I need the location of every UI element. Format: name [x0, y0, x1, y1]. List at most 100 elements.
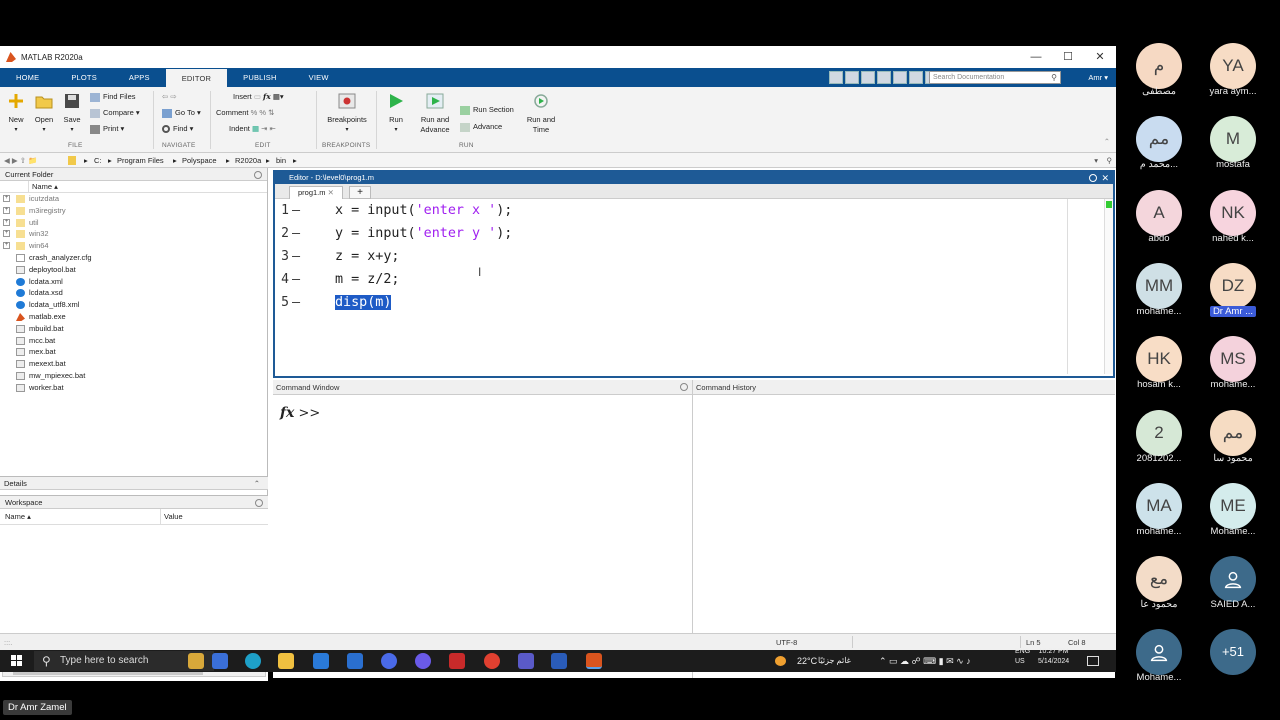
maximize-button[interactable]: ☐ [1052, 46, 1084, 68]
cut-quick-icon[interactable] [845, 71, 859, 84]
participant-tile[interactable]: MM mohame... [1124, 262, 1194, 317]
list-item[interactable]: deploytool.bat [0, 264, 267, 276]
weather-text[interactable]: غائم جزئيًا [818, 650, 851, 672]
run-and-advance-button[interactable]: Run and Advance [415, 93, 455, 135]
weather-temp[interactable]: 22°C [797, 650, 817, 672]
list-item[interactable]: mex.bat [0, 346, 267, 358]
compare-button[interactable]: Compare ▾ [90, 108, 140, 118]
participant-tile[interactable]: ME Mohame... [1198, 482, 1268, 537]
list-item[interactable]: lcdata_utf8.xml [0, 299, 267, 311]
participant-tile[interactable]: MA mohame... [1124, 482, 1194, 537]
command-prompt[interactable]: fx >> [280, 405, 320, 421]
participant-tile[interactable]: SAIED A... [1198, 556, 1268, 610]
participant-tile[interactable]: +51 [1198, 629, 1268, 676]
copy-quick-icon[interactable] [861, 71, 875, 84]
video-icon[interactable] [415, 653, 431, 669]
open-button[interactable]: Open ▾ [32, 93, 56, 135]
minimize-button[interactable]: — [1020, 46, 1052, 68]
panel-options-icon[interactable] [254, 171, 262, 179]
list-item[interactable]: + icutzdata [0, 193, 267, 205]
matlab-taskbar-icon[interactable] [586, 653, 602, 669]
list-item[interactable]: worker.bat [0, 382, 267, 394]
breadcrumb-polyspace[interactable]: Polyspace [182, 153, 217, 168]
address-search-icon[interactable]: ⚲ [1107, 153, 1113, 168]
participant-tile[interactable]: DZ Dr Amr ... [1198, 262, 1268, 319]
list-item[interactable]: + win64 [0, 240, 267, 252]
insert-button[interactable]: Insert ▭ fx ▦▾ [233, 92, 284, 102]
list-item[interactable]: mexext.bat [0, 358, 267, 370]
panel-options-icon[interactable] [255, 499, 263, 507]
user-menu[interactable]: Amr ▾ [1088, 71, 1108, 84]
workspace-column-header[interactable]: Name ▴ Value [0, 509, 268, 525]
tab-plots[interactable]: PLOTS [55, 68, 113, 87]
run-and-time-button[interactable]: Run and Time [522, 93, 560, 135]
list-item[interactable]: crash_analyzer.cfg [0, 252, 267, 264]
address-dropdown-icon[interactable]: ▾ [1094, 153, 1098, 168]
word-icon[interactable] [551, 653, 567, 669]
taskbar-search[interactable]: ⚲ Type here to search [34, 651, 214, 671]
participant-tile[interactable]: م مصطفى [1124, 43, 1194, 97]
participant-tile[interactable]: مم محمود سا [1198, 409, 1268, 464]
find-button[interactable]: Find ▾ [162, 124, 193, 134]
code-area[interactable]: 1— x = input('enter x '); 2— y = input('en… [275, 199, 1105, 374]
widget-icon[interactable] [188, 653, 204, 669]
clock[interactable]: 10:27 PM 5/14/2024 [1038, 647, 1069, 667]
breadcrumb-r2020a[interactable]: R2020a [235, 153, 261, 168]
participant-tile[interactable]: Mohame... [1124, 629, 1194, 683]
run-section-button[interactable]: Run Section [460, 105, 514, 115]
list-item[interactable]: lcdata.xml [0, 276, 267, 288]
folder-column-header[interactable]: Name ▴ [0, 181, 267, 193]
list-item[interactable]: mw_mpiexec.bat [0, 370, 267, 382]
editor-options-icon[interactable] [1089, 174, 1097, 182]
collapse-toolstrip-icon[interactable]: ⌃ [1104, 137, 1110, 147]
windows-start-icon[interactable] [11, 655, 22, 666]
participant-tile[interactable]: 2 2081202... [1124, 409, 1194, 464]
chrome-icon[interactable] [484, 653, 500, 669]
panel-options-icon[interactable] [680, 383, 688, 391]
find-files-button[interactable]: Find Files [90, 92, 136, 102]
paste-quick-icon[interactable] [877, 71, 891, 84]
file-explorer-icon[interactable] [278, 653, 294, 669]
tab-view[interactable]: VIEW [293, 68, 345, 87]
tab-editor[interactable]: EDITOR [165, 69, 228, 88]
tab-apps[interactable]: APPS [113, 68, 166, 87]
participant-tile[interactable]: HK hosam k... [1124, 336, 1194, 390]
comment-button[interactable]: Comment % % ⇅ [216, 108, 274, 118]
search-documentation-input[interactable]: Search Documentation ⚲ [929, 71, 1061, 84]
language-indicator[interactable]: ENG US [1015, 647, 1030, 667]
participant-tile[interactable]: NK nahed k... [1198, 189, 1268, 244]
task-view-icon[interactable] [212, 653, 228, 669]
participant-tile[interactable]: Aabdo [1124, 189, 1194, 244]
tray-icons[interactable]: ⌃ ▭ ☁ ☍ ⌨ ▮ ✉ ∿ ♪ [879, 650, 971, 672]
participant-tile[interactable]: YA yara aym... [1198, 43, 1268, 97]
advance-button[interactable]: Advance [460, 122, 502, 132]
breakpoints-button[interactable]: Breakpoints ▾ [323, 93, 371, 135]
list-item[interactable]: + m3iregistry [0, 205, 267, 217]
media-icon[interactable] [381, 653, 397, 669]
new-tab-button[interactable]: + [349, 186, 371, 199]
close-window-button[interactable]: ✕ [1084, 46, 1116, 68]
tab-home[interactable]: HOME [0, 68, 55, 87]
tab-publish[interactable]: PUBLISH [227, 68, 293, 87]
list-item[interactable]: lcdata.xsd [0, 287, 267, 299]
indent-button[interactable]: Indent ▦ ⇥ ⇤ [229, 124, 276, 134]
undo-quick-icon[interactable] [893, 71, 907, 84]
breadcrumb-drive[interactable]: C: [94, 153, 102, 168]
save-quick-icon[interactable] [829, 71, 843, 84]
teams-icon[interactable] [518, 653, 534, 669]
file-tab-prog1[interactable]: prog1.m ✕ [289, 186, 343, 199]
list-item[interactable]: + win32 [0, 228, 267, 240]
back-forward-buttons[interactable]: ⇦ ⇨ [162, 92, 177, 102]
participant-tile[interactable]: MS mohame... [1198, 336, 1268, 390]
breadcrumb-bin[interactable]: bin [276, 153, 286, 168]
pdf-icon[interactable] [449, 653, 465, 669]
go-to-button[interactable]: Go To ▾ [162, 108, 201, 118]
participant-tile[interactable]: مع محمود عا [1124, 556, 1194, 610]
nav-back-forward-icons[interactable]: ◀ ▶ ⇧ 📁 [4, 153, 37, 168]
details-panel-header[interactable]: Details ⌃ [0, 476, 268, 490]
print-button[interactable]: Print ▾ [90, 124, 124, 134]
run-button[interactable]: Run ▾ [383, 93, 409, 135]
redo-quick-icon[interactable] [909, 71, 923, 84]
list-item[interactable]: mcc.bat [0, 335, 267, 347]
breadcrumb-program-files[interactable]: Program Files [117, 153, 164, 168]
